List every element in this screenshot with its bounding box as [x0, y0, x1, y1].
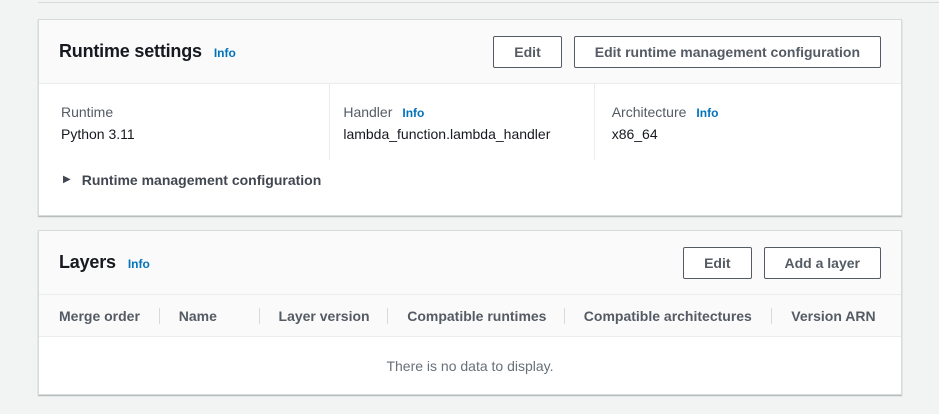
layers-card: Layers Info Edit Add a layer Merge order…	[38, 230, 902, 395]
architecture-field-value: x86_64	[612, 126, 901, 142]
empty-state-message: There is no data to display.	[386, 358, 553, 374]
handler-field: Handler Info lambda_function.lambda_hand…	[329, 84, 593, 160]
column-header-layer-version: Layer version	[259, 308, 388, 324]
runtime-settings-fields: Runtime Python 3.11 Handler Info lambda_…	[39, 84, 901, 160]
runtime-field: Runtime Python 3.11	[39, 84, 329, 160]
caret-right-icon: ▶	[63, 175, 71, 185]
runtime-settings-title-group: Runtime settings Info	[59, 41, 236, 62]
top-divider	[38, 2, 939, 3]
edit-layers-button[interactable]: Edit	[683, 247, 751, 279]
layers-info-link[interactable]: Info	[128, 257, 150, 271]
column-header-compatible-architectures: Compatible architectures	[564, 308, 772, 324]
lambda-function-configuration-page: Runtime settings Info Edit Edit runtime …	[0, 0, 939, 414]
runtime-settings-title: Runtime settings	[59, 41, 202, 62]
edit-runtime-management-configuration-button[interactable]: Edit runtime management configuration	[574, 36, 881, 68]
handler-field-label: Handler	[343, 104, 392, 120]
layers-header: Layers Info Edit Add a layer	[39, 231, 901, 295]
runtime-management-configuration-expander[interactable]: ▶ Runtime management configuration	[39, 160, 901, 188]
layers-table-empty-state: There is no data to display.	[39, 337, 901, 394]
runtime-settings-actions: Edit Edit runtime management configurati…	[493, 36, 881, 68]
column-header-compatible-runtimes: Compatible runtimes	[387, 308, 564, 324]
handler-info-link[interactable]: Info	[402, 106, 424, 120]
layers-title-group: Layers Info	[59, 252, 150, 273]
architecture-info-link[interactable]: Info	[696, 106, 718, 120]
column-header-version-arn: Version ARN	[771, 308, 901, 324]
add-a-layer-button[interactable]: Add a layer	[764, 247, 881, 279]
handler-field-value: lambda_function.lambda_handler	[343, 126, 593, 142]
column-header-merge-order: Merge order	[39, 308, 159, 324]
runtime-field-value: Python 3.11	[61, 126, 329, 142]
layers-actions: Edit Add a layer	[683, 247, 881, 279]
runtime-field-label: Runtime	[61, 104, 113, 120]
architecture-field: Architecture Info x86_64	[594, 84, 901, 160]
runtime-settings-header: Runtime settings Info Edit Edit runtime …	[39, 20, 901, 84]
runtime-settings-info-link[interactable]: Info	[214, 46, 236, 60]
architecture-field-label: Architecture	[612, 104, 687, 120]
layers-table-header-row: Merge order Name Layer version Compatibl…	[39, 295, 901, 337]
runtime-settings-card: Runtime settings Info Edit Edit runtime …	[38, 19, 902, 216]
column-header-name: Name	[159, 308, 259, 324]
layers-title: Layers	[59, 252, 116, 273]
edit-runtime-settings-button[interactable]: Edit	[493, 36, 561, 68]
runtime-management-configuration-expander-label: Runtime management configuration	[82, 172, 322, 188]
